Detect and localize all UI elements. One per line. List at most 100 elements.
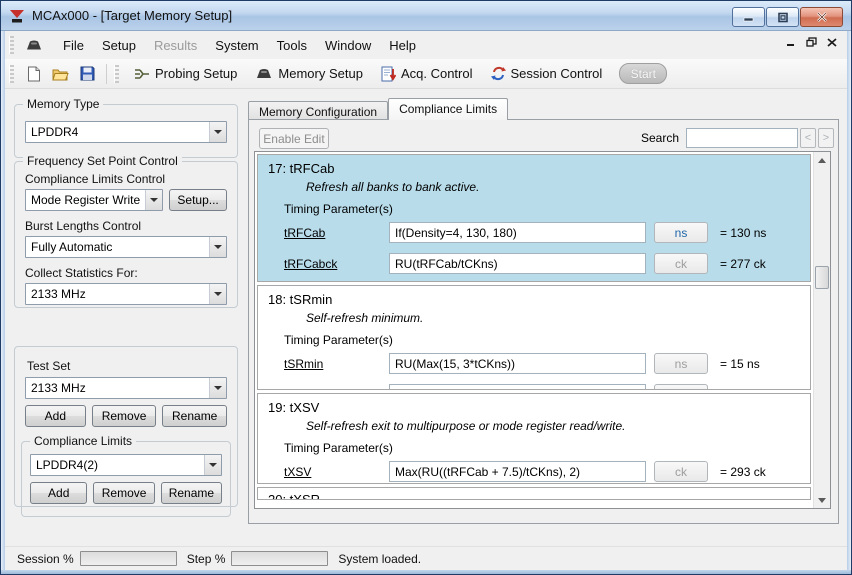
- step-progress-label: Step %: [187, 552, 226, 566]
- new-file-button[interactable]: [22, 63, 45, 85]
- scroll-up-button[interactable]: [814, 152, 830, 168]
- param-link-tSRminck[interactable]: tSRminck: [284, 388, 389, 391]
- param-link-tSRmin[interactable]: tSRmin: [284, 357, 389, 371]
- compliance-limits-title: Compliance Limits: [30, 434, 136, 448]
- param-link-tXSV[interactable]: tXSV: [284, 465, 389, 479]
- chevron-down-icon[interactable]: [145, 190, 162, 210]
- compliance-limits-control-value: Mode Register Write: [26, 193, 145, 207]
- minimize-button[interactable]: [732, 7, 765, 27]
- session-control-button[interactable]: Session Control: [484, 62, 610, 85]
- open-folder-icon: [52, 67, 69, 81]
- unit-button-tXSV[interactable]: ck: [654, 461, 708, 482]
- compliance-limits-tab-page: Enable Edit Search < > 17: tRFCabRefresh…: [248, 119, 839, 524]
- window-frame-bottom: [1, 570, 851, 574]
- start-label: Start: [631, 67, 656, 81]
- probing-setup-button[interactable]: Probing Setup: [127, 62, 244, 85]
- search-next-button[interactable]: >: [818, 128, 834, 148]
- item-title: 17: tRFCab: [268, 161, 802, 176]
- acq-control-button[interactable]: Acq. Control: [374, 62, 480, 86]
- scrollbar-thumb[interactable]: [815, 266, 829, 289]
- unit-button-tRFCab[interactable]: ns: [654, 222, 708, 243]
- toolbar-grip-2[interactable]: [114, 65, 119, 83]
- open-file-button[interactable]: [49, 63, 72, 85]
- formula-input-tSRminck[interactable]: [389, 384, 646, 390]
- item-title: 19: tXSV: [268, 400, 802, 415]
- status-message: System loaded.: [338, 552, 421, 566]
- unit-button-tSRminck[interactable]: ck: [654, 384, 708, 390]
- param-result: = 277 ck: [720, 257, 766, 271]
- acq-control-label: Acq. Control: [401, 66, 473, 81]
- toolbar: Probing Setup Memory Setup Acq. Con: [5, 59, 847, 89]
- test-set-value: 2133 MHz: [26, 381, 209, 395]
- search-input[interactable]: [686, 128, 798, 148]
- test-set-rename-button[interactable]: Rename: [162, 405, 227, 427]
- maximize-button[interactable]: [766, 7, 799, 27]
- session-progress-label: Session %: [17, 552, 74, 566]
- test-set-add-button[interactable]: Add: [25, 405, 86, 427]
- item-description: Refresh all banks to bank active.: [306, 180, 802, 194]
- param-result: = 32 ck: [720, 388, 759, 391]
- menu-item-window[interactable]: Window: [316, 34, 380, 57]
- menu-item-setup[interactable]: Setup: [93, 34, 145, 57]
- maximize-icon: [777, 12, 789, 23]
- memory-setup-button[interactable]: Memory Setup: [248, 62, 370, 85]
- compliance-limits-rename-button[interactable]: Rename: [161, 482, 222, 504]
- burst-lengths-value: Fully Automatic: [26, 240, 209, 254]
- compliance-item-20-tXSR[interactable]: 20: tXSR: [257, 487, 811, 500]
- test-set-label: Test Set: [27, 359, 237, 373]
- menu-item-help[interactable]: Help: [380, 34, 425, 57]
- compliance-limits-control-select[interactable]: Mode Register Write: [25, 189, 163, 211]
- close-button[interactable]: [800, 7, 843, 27]
- probing-setup-icon: [134, 68, 150, 80]
- formula-input-tSRmin[interactable]: [389, 353, 646, 374]
- menu-item-system[interactable]: System: [206, 34, 267, 57]
- collect-statistics-select[interactable]: 2133 MHz: [25, 283, 227, 305]
- compliance-item-18-tSRmin[interactable]: 18: tSRminSelf-refresh minimum.Timing Pa…: [257, 285, 811, 390]
- timing-parameter-row: tXSVck= 293 ck: [284, 461, 802, 482]
- memory-type-select[interactable]: LPDDR4: [25, 121, 227, 143]
- unit-button-tRFCabck[interactable]: ck: [654, 253, 708, 274]
- title-bar[interactable]: MCAx000 - [Target Memory Setup]: [1, 1, 851, 31]
- search-prev-button[interactable]: <: [800, 128, 816, 148]
- memory-type-group: Memory Type LPDDR4: [14, 104, 238, 158]
- compliance-limits-remove-button[interactable]: Remove: [93, 482, 154, 504]
- compliance-item-19-tXSV[interactable]: 19: tXSVSelf-refresh exit to multipurpos…: [257, 393, 811, 484]
- compliance-item-17-tRFCab[interactable]: 17: tRFCab Refresh all banks to bank acti…: [257, 154, 811, 282]
- test-set-remove-button[interactable]: Remove: [92, 405, 157, 427]
- timing-parameters-label: Timing Parameter(s): [284, 202, 802, 216]
- menu-item-tools[interactable]: Tools: [268, 34, 316, 57]
- save-button[interactable]: [76, 63, 99, 85]
- burst-lengths-select[interactable]: Fully Automatic: [25, 236, 227, 258]
- window-title: MCAx000 - [Target Memory Setup]: [32, 8, 232, 23]
- formula-input-tXSV[interactable]: [389, 461, 646, 482]
- menu-item-file[interactable]: File: [54, 34, 93, 57]
- param-link-tRFCab[interactable]: tRFCab: [284, 226, 389, 240]
- setup-button[interactable]: Setup...: [169, 189, 227, 211]
- chevron-down-icon[interactable]: [209, 284, 226, 304]
- item-description: Self-refresh minimum.: [306, 311, 802, 325]
- chevron-down-icon[interactable]: [209, 237, 226, 257]
- test-set-select[interactable]: 2133 MHz: [25, 377, 227, 399]
- menubar-grip[interactable]: [9, 36, 14, 54]
- mdi-close-icon[interactable]: [827, 38, 837, 47]
- enable-edit-button[interactable]: Enable Edit: [259, 128, 329, 149]
- scroll-down-button[interactable]: [814, 492, 830, 508]
- vertical-scrollbar[interactable]: [813, 152, 830, 508]
- start-button[interactable]: Start: [619, 63, 667, 84]
- mdi-minimize-icon[interactable]: [786, 38, 796, 47]
- chevron-down-icon[interactable]: [204, 455, 221, 475]
- param-link-tRFCabck[interactable]: tRFCabck: [284, 257, 389, 271]
- tab-compliance-limits[interactable]: Compliance Limits: [388, 98, 508, 120]
- formula-input-tRFCab[interactable]: [389, 222, 646, 243]
- mdi-restore-icon[interactable]: [806, 37, 817, 47]
- compliance-limits-add-button[interactable]: Add: [30, 482, 87, 504]
- collect-statistics-value: 2133 MHz: [26, 287, 209, 301]
- session-control-label: Session Control: [511, 66, 603, 81]
- toolbar-grip[interactable]: [9, 65, 14, 83]
- unit-button-tSRmin[interactable]: ns: [654, 353, 708, 374]
- tab-memory-configuration[interactable]: Memory Configuration: [248, 101, 388, 120]
- chevron-down-icon[interactable]: [209, 378, 226, 398]
- compliance-limits-select[interactable]: LPDDR4(2): [30, 454, 222, 476]
- chevron-down-icon[interactable]: [209, 122, 226, 142]
- formula-input-tRFCabck[interactable]: [389, 253, 646, 274]
